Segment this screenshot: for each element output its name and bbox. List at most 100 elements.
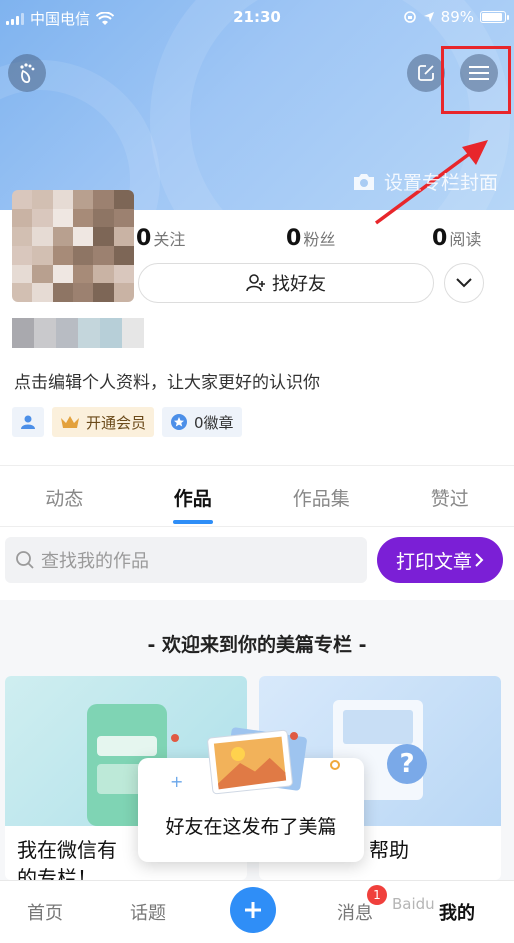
avatar-pixel	[32, 190, 53, 209]
footprint-icon	[20, 63, 35, 84]
photos-icon	[207, 727, 307, 795]
footprint-button[interactable]	[8, 54, 46, 92]
stat-value: 0	[136, 226, 152, 251]
avatar-pixel	[93, 208, 114, 228]
set-cover-button[interactable]: 设置专栏封面	[352, 168, 498, 195]
nav-mine[interactable]: 我的	[439, 899, 475, 925]
avatar-pixel	[113, 208, 134, 228]
edit-icon	[418, 65, 434, 81]
avatar-pixel	[32, 227, 53, 246]
friend-post-popup[interactable]: + 好友在这发布了美篇	[138, 727, 364, 862]
tab-activity[interactable]: 动态	[0, 466, 129, 526]
search-placeholder: 查找我的作品	[41, 551, 149, 572]
find-friends-button[interactable]: 找好友	[138, 263, 434, 303]
edit-button[interactable]	[407, 54, 445, 92]
camera-icon	[353, 173, 374, 190]
nav-topics[interactable]: 话题	[130, 899, 166, 925]
avatar-pixel	[93, 245, 114, 265]
expand-button[interactable]	[444, 263, 484, 303]
stat-followers[interactable]: 0 粉丝	[286, 226, 335, 251]
avatar-pixel	[73, 283, 94, 302]
badge-row: 开通会员 0徽章	[12, 407, 242, 437]
avatar-pixel	[12, 227, 33, 246]
stat-reads[interactable]: 0 阅读	[432, 226, 481, 251]
nickname-blurred	[12, 318, 144, 348]
avatar-pixel	[52, 190, 73, 209]
avatar[interactable]	[12, 190, 134, 302]
battery-percent: 89%	[440, 8, 474, 26]
popup-text: 好友在这发布了美篇	[165, 816, 337, 838]
chevron-down-icon	[456, 278, 472, 288]
find-friends-label: 找好友	[272, 274, 326, 295]
search-input[interactable]: 查找我的作品	[5, 537, 367, 583]
medal-badge[interactable]: 0徽章	[162, 407, 242, 437]
avatar-pixel	[73, 245, 94, 265]
orientation-lock-icon	[403, 11, 416, 23]
crown-icon	[61, 416, 79, 428]
avatar-pixel	[93, 283, 114, 302]
tab-collections[interactable]: 作品集	[257, 466, 386, 526]
sparkle-icon	[330, 760, 340, 770]
stat-value: 0	[432, 226, 448, 251]
watermark: Baidu	[392, 895, 435, 913]
tab-bar: 动态 作品 作品集 赞过	[0, 466, 514, 526]
avatar-pixel	[12, 245, 33, 265]
chevron-right-icon	[475, 553, 484, 567]
medal-label: 0徽章	[194, 413, 234, 432]
medal-icon	[171, 414, 188, 430]
user-badge[interactable]	[12, 407, 44, 437]
nav-messages[interactable]: 消息	[337, 899, 373, 925]
avatar-pixel	[12, 264, 33, 284]
avatar-pixel	[113, 283, 134, 302]
avatar-pixel	[93, 190, 114, 209]
message-badge: 1	[367, 885, 387, 905]
status-right: 89%	[403, 8, 509, 26]
print-article-label: 打印文章	[395, 550, 472, 573]
set-cover-label: 设置专栏封面	[383, 172, 498, 194]
bottom-nav: 首页 话题 消息 1 Baidu 我的	[0, 880, 514, 943]
print-article-button[interactable]: 打印文章	[377, 537, 503, 583]
avatar-pixel	[12, 190, 33, 209]
avatar-pixel	[32, 283, 53, 302]
avatar-pixel	[93, 264, 114, 284]
avatar-pixel	[113, 264, 134, 284]
stat-label: 粉丝	[303, 230, 336, 249]
profile-bio[interactable]: 点击编辑个人资料，让大家更好的认识你	[14, 368, 320, 393]
stat-label: 关注	[153, 230, 186, 249]
avatar-pixel	[32, 245, 53, 265]
stat-following[interactable]: 0 关注	[136, 226, 185, 251]
avatar-pixel	[32, 264, 53, 284]
stat-value: 0	[286, 226, 302, 251]
card-title-line: 的专栏！	[17, 866, 97, 880]
avatar-pixel	[12, 283, 33, 302]
avatar-pixel	[113, 190, 134, 209]
avatar-pixel	[32, 208, 53, 228]
vip-badge[interactable]: 开通会员	[52, 407, 155, 437]
avatar-pixel	[52, 227, 73, 246]
tab-works[interactable]: 作品	[129, 466, 258, 526]
avatar-pixel	[73, 190, 94, 209]
add-user-icon	[246, 274, 265, 292]
avatar-pixel	[73, 208, 94, 228]
avatar-pixel	[113, 245, 134, 265]
search-icon	[16, 551, 34, 569]
avatar-pixel	[73, 264, 94, 284]
battery-icon	[480, 11, 509, 23]
battery-fill	[482, 13, 502, 21]
stat-label: 阅读	[449, 230, 482, 249]
divider	[0, 526, 514, 527]
status-bar: 中国电信 21:30 89%	[0, 0, 514, 34]
welcome-heading: - 欢迎来到你的美篇专栏 -	[147, 634, 367, 656]
tab-liked[interactable]: 赞过	[386, 466, 514, 526]
avatar-pixel	[52, 245, 73, 265]
plus-icon	[245, 902, 261, 918]
avatar-pixel	[52, 283, 73, 302]
nav-home[interactable]: 首页	[27, 899, 63, 925]
highlight-box	[441, 46, 511, 114]
avatar-pixel	[12, 208, 33, 228]
vip-label: 开通会员	[86, 413, 147, 432]
avatar-pixel	[73, 227, 94, 246]
avatar-pixel	[52, 208, 73, 228]
avatar-pixel	[113, 227, 134, 246]
create-button[interactable]	[230, 887, 276, 933]
